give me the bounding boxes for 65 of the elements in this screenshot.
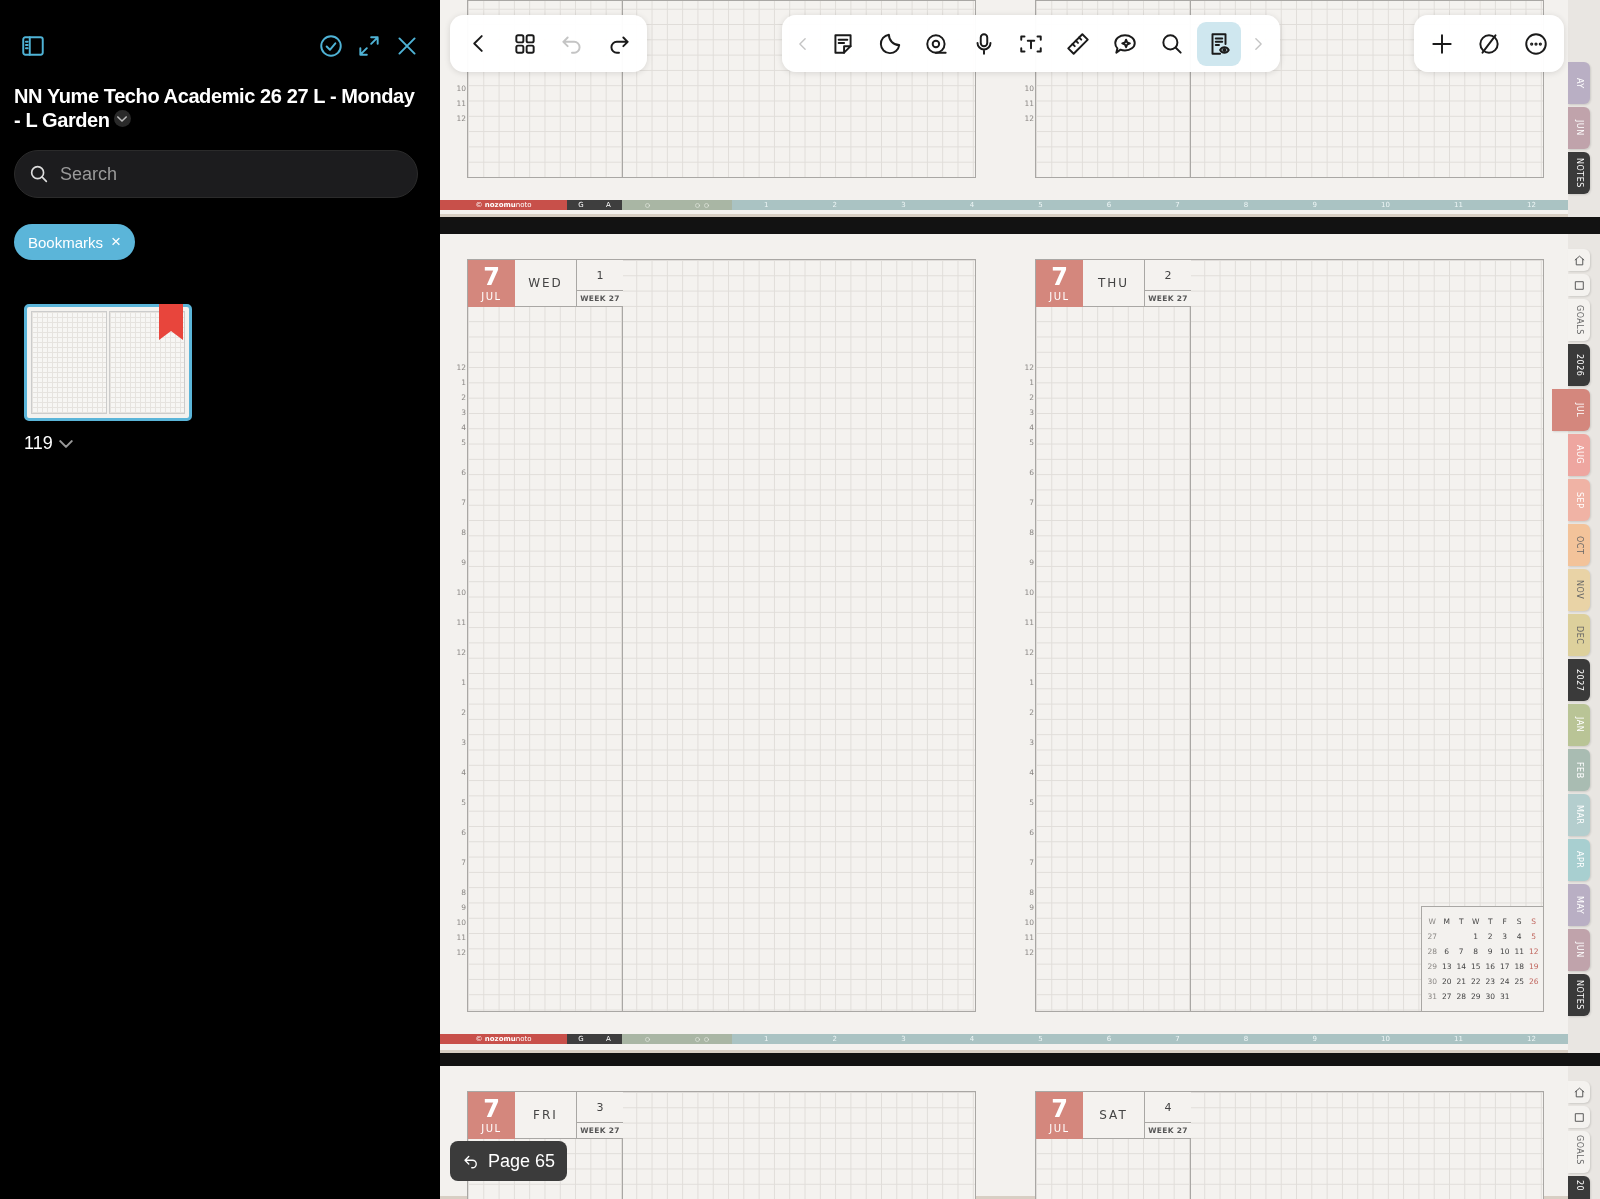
section-tab[interactable]: NOTES <box>1568 152 1590 194</box>
page-thumbnail[interactable] <box>24 304 192 421</box>
section-tab[interactable]: APR <box>1568 839 1590 881</box>
weekday-label: SAT <box>1083 1092 1144 1139</box>
document-title-menu-button[interactable]: NN Yume Techo Academic 26 27 L - Monday - L Garden <box>14 84 424 132</box>
day-number: 1 <box>595 267 605 284</box>
weekday-label: WED <box>515 260 576 307</box>
weekday-label: THU <box>1083 260 1144 307</box>
home-tab[interactable] <box>1568 249 1590 271</box>
section-tab[interactable]: 2026 <box>1568 344 1590 386</box>
section-tab[interactable]: AY <box>1568 62 1590 104</box>
section-tab[interactable]: GOALS <box>1568 299 1590 341</box>
section-tab[interactable]: AUG <box>1568 434 1590 476</box>
chevron-left-icon <box>799 37 806 50</box>
expand-icon <box>356 33 382 59</box>
month-number: 7 <box>1051 264 1068 290</box>
page-menu-button[interactable] <box>58 439 73 448</box>
weekday-label: FRI <box>515 1092 576 1139</box>
remove-filter-button[interactable]: × <box>111 232 121 252</box>
chevron-down-icon <box>58 439 73 448</box>
sidebar-panel-icon <box>20 33 46 59</box>
section-tab[interactable]: MAR <box>1568 794 1590 836</box>
page-icon <box>1572 1110 1586 1124</box>
section-tab[interactable]: 2027 <box>1568 659 1590 701</box>
chevron-left-icon <box>473 35 483 52</box>
search-field[interactable]: Search <box>14 150 418 198</box>
month-name: JUL <box>1049 289 1070 303</box>
day-number: 4 <box>1163 1099 1173 1116</box>
bookmarks-filter-chip[interactable]: Bookmarks × <box>14 224 135 260</box>
page-tab[interactable] <box>1568 1106 1590 1128</box>
month-name: JUL <box>1049 1121 1070 1135</box>
page-number: 119 <box>24 433 53 454</box>
day-number: 3 <box>595 1099 605 1116</box>
section-tab[interactable]: DEC <box>1568 614 1590 656</box>
section-tab[interactable]: 20 <box>1568 1176 1590 1199</box>
section-tab[interactable]: OCT <box>1568 524 1590 566</box>
page-tab[interactable] <box>1568 274 1590 296</box>
section-tab[interactable]: JAN <box>1568 704 1590 746</box>
chevron-down-icon <box>117 115 128 122</box>
month-number: 7 <box>1051 1096 1068 1122</box>
section-tab[interactable]: SEP <box>1568 479 1590 521</box>
section-tab[interactable]: NOV <box>1568 569 1590 611</box>
section-tab[interactable]: FEB <box>1568 749 1590 791</box>
month-name: JUL <box>481 289 502 303</box>
month-number: 7 <box>483 264 500 290</box>
day-number: 2 <box>1163 267 1173 284</box>
section-tab[interactable]: NOTES <box>1568 974 1590 1016</box>
section-tab[interactable]: JUN <box>1568 929 1590 971</box>
check-circle-icon <box>318 33 344 59</box>
section-tab[interactable]: GOALS <box>1568 1131 1590 1173</box>
return-to-page-button[interactable]: Page 65 <box>450 1141 568 1181</box>
home-icon <box>1572 253 1586 267</box>
home-icon <box>1572 1085 1586 1099</box>
page-icon <box>1572 278 1586 292</box>
home-tab[interactable] <box>1568 1081 1590 1103</box>
section-tab[interactable]: MAY <box>1568 884 1590 926</box>
section-tab[interactable]: JUL <box>1552 389 1590 431</box>
month-name: JUL <box>481 1121 502 1135</box>
chevron-right-icon <box>1255 37 1262 50</box>
search-icon <box>28 163 50 185</box>
section-tab[interactable]: JUN <box>1568 107 1590 149</box>
more-icon <box>1523 30 1549 57</box>
reading-view-button[interactable] <box>1196 21 1241 66</box>
month-number: 7 <box>483 1096 500 1122</box>
ruler-icon <box>1064 30 1091 57</box>
